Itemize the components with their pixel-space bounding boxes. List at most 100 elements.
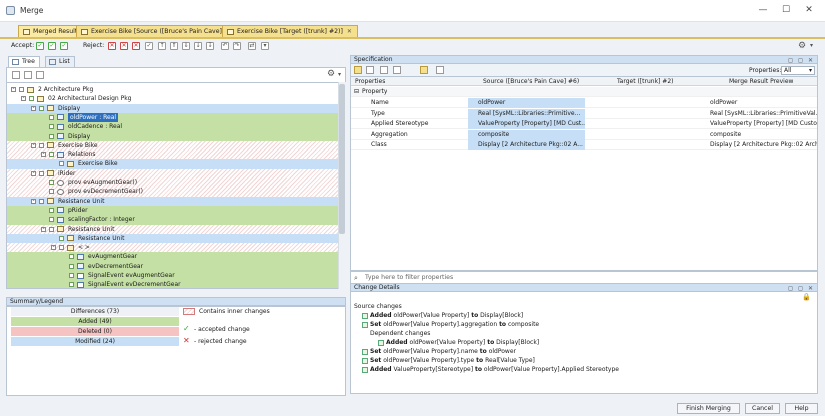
group-row[interactable]: ⊟ Property: [351, 87, 817, 97]
merge-checkbox-icon[interactable]: [59, 235, 64, 241]
merge-checkbox-icon[interactable]: [19, 87, 24, 92]
expander-icon[interactable]: -: [41, 152, 46, 158]
cancel-button[interactable]: Cancel: [745, 403, 780, 414]
accept-checkbox-icon[interactable]: [362, 321, 368, 328]
change-line[interactable]: Set oldPower[Value Property].name to old…: [362, 347, 516, 356]
tree-row[interactable]: evDecrementGear: [7, 261, 340, 272]
tree-row[interactable]: scalingFactor : Integer: [7, 215, 340, 225]
merge-checkbox-icon[interactable]: [49, 133, 54, 139]
highlight-icon[interactable]: [420, 66, 428, 74]
merge-checkbox-icon[interactable]: [69, 282, 74, 288]
tab-list[interactable]: List: [45, 56, 75, 67]
change-line[interactable]: Added oldPower[Value Property] to Displa…: [378, 338, 539, 347]
merge-checkbox-icon[interactable]: [49, 189, 54, 195]
tree-row[interactable]: - < >: [7, 243, 340, 253]
merge-checkbox-icon[interactable]: [69, 263, 74, 269]
merge-checkbox-icon[interactable]: [39, 198, 44, 204]
expander-icon[interactable]: -: [51, 245, 56, 251]
expander-icon[interactable]: -: [31, 170, 36, 176]
accept-all-icon[interactable]: ✓: [145, 42, 153, 50]
up-arrow-icon[interactable]: ↑: [158, 42, 166, 50]
change-line[interactable]: Added ValueProperty[Stereotype] to oldPo…: [362, 365, 619, 374]
property-row[interactable]: Name oldPower oldPower: [351, 98, 817, 108]
property-row[interactable]: Aggregation composite composite: [351, 129, 817, 140]
tree-row[interactable]: evAugmentGear: [7, 252, 340, 262]
tree-row[interactable]: - 02 Architectural Design Pkg: [7, 94, 340, 104]
tree-row[interactable]: - iRider: [7, 168, 340, 179]
properties-select[interactable]: All ▾: [781, 66, 815, 75]
up-double-arrow-icon[interactable]: ⇑: [170, 42, 178, 50]
tree-row[interactable]: - Relations: [7, 150, 340, 160]
expander-icon[interactable]: -: [41, 226, 46, 232]
accept-checkbox-icon[interactable]: [362, 312, 368, 319]
merge-checkbox-icon[interactable]: [39, 170, 44, 176]
accept-checkbox-icon[interactable]: [378, 339, 384, 346]
collapse-icon[interactable]: [24, 71, 32, 79]
help-button[interactable]: Help: [785, 403, 818, 414]
merge-checkbox-icon[interactable]: [49, 114, 54, 120]
sort-icon[interactable]: [366, 66, 374, 74]
property-row[interactable]: Applied Stereotype ValueProperty [Propert…: [351, 119, 817, 129]
redo-icon[interactable]: ↷: [233, 42, 241, 50]
accept-checkbox-icon[interactable]: [362, 348, 368, 355]
tree-scrollbar-thumb[interactable]: [339, 84, 345, 234]
accept-source-icon[interactable]: ✓: [60, 42, 68, 50]
gear-icon[interactable]: ⚙: [798, 41, 806, 51]
tree-row[interactable]: SignalEvent evDecrementGear: [7, 280, 340, 288]
tree-row[interactable]: - Display: [7, 103, 340, 114]
merge-checkbox-icon[interactable]: [49, 152, 54, 158]
expander-icon[interactable]: -: [31, 142, 36, 148]
expander-icon[interactable]: -: [21, 96, 26, 102]
finish-merging-button[interactable]: Finish Merging: [677, 403, 740, 414]
chevron-down-icon[interactable]: ▾: [338, 71, 341, 78]
merge-checkbox-icon[interactable]: [49, 124, 54, 130]
filter-icon[interactable]: [36, 71, 44, 79]
expander-icon[interactable]: -: [31, 198, 36, 204]
merge-checkbox-icon[interactable]: [49, 217, 54, 223]
tree-row[interactable]: - Resistance Unit: [7, 196, 340, 207]
merge-checkbox-icon[interactable]: [39, 142, 44, 148]
tree-row[interactable]: - Resistance Unit: [7, 224, 340, 234]
undo-icon[interactable]: ↶: [221, 42, 229, 50]
next-change-icon[interactable]: ↧: [206, 42, 214, 50]
grid-view-icon[interactable]: [354, 66, 362, 74]
merge-checkbox-icon[interactable]: [59, 245, 64, 251]
merge-checkbox-icon[interactable]: [29, 96, 34, 102]
collapse-icon[interactable]: ⊟: [354, 87, 359, 97]
maximize-button[interactable]: ☐: [778, 3, 794, 17]
down-arrow-icon[interactable]: ↓: [194, 42, 202, 50]
expander-icon[interactable]: -: [31, 105, 36, 111]
merge-checkbox-icon[interactable]: [39, 105, 44, 111]
property-row[interactable]: Type Real [SysML::Libraries::Primitive...…: [351, 108, 817, 119]
tree-row[interactable]: Resistance Unit: [7, 233, 340, 244]
tree-row[interactable]: prov evDecrementGear(): [7, 187, 340, 197]
merge-checkbox-icon[interactable]: [49, 226, 54, 232]
tree-row[interactable]: Display: [7, 131, 340, 141]
tree-row[interactable]: Exercise Bike: [7, 159, 340, 169]
tree-row[interactable]: oldPower : Real: [7, 112, 340, 123]
reject-all-icon[interactable]: ✕: [108, 42, 116, 50]
close-button[interactable]: ✕: [801, 3, 817, 17]
options-icon[interactable]: ▾: [261, 42, 269, 50]
reject-source-icon[interactable]: ✕: [132, 42, 140, 50]
filter-icon[interactable]: [380, 66, 388, 74]
accept-checkbox-icon[interactable]: [362, 357, 368, 364]
minimize-button[interactable]: —: [755, 3, 771, 17]
tree-icon[interactable]: [393, 66, 401, 74]
merge-checkbox-icon[interactable]: [49, 180, 54, 185]
chevron-down-icon[interactable]: ▾: [810, 42, 813, 49]
merge-checkbox-icon[interactable]: [49, 207, 54, 213]
merge-checkbox-icon[interactable]: [69, 273, 74, 278]
arrange-icon[interactable]: ⇄: [248, 42, 256, 50]
tree-row[interactable]: - 2 Architecture Pkg: [7, 85, 340, 95]
gear-icon[interactable]: ⚙: [327, 69, 335, 79]
tree-row[interactable]: prov evAugmentGear(): [7, 178, 340, 188]
expand-icon[interactable]: [12, 71, 20, 79]
accept-selected-icon[interactable]: ✓: [48, 42, 56, 50]
change-line[interactable]: Set oldPower[Value Property].type to Rea…: [362, 356, 535, 365]
merge-checkbox-icon[interactable]: [59, 161, 64, 167]
tree-row[interactable]: - Exercise Bike: [7, 140, 340, 151]
change-line[interactable]: Set oldPower[Value Property].aggregation…: [362, 320, 539, 329]
tree-row[interactable]: oldCadence : Real: [7, 122, 340, 132]
lock-icon[interactable]: 🔒: [802, 293, 811, 301]
